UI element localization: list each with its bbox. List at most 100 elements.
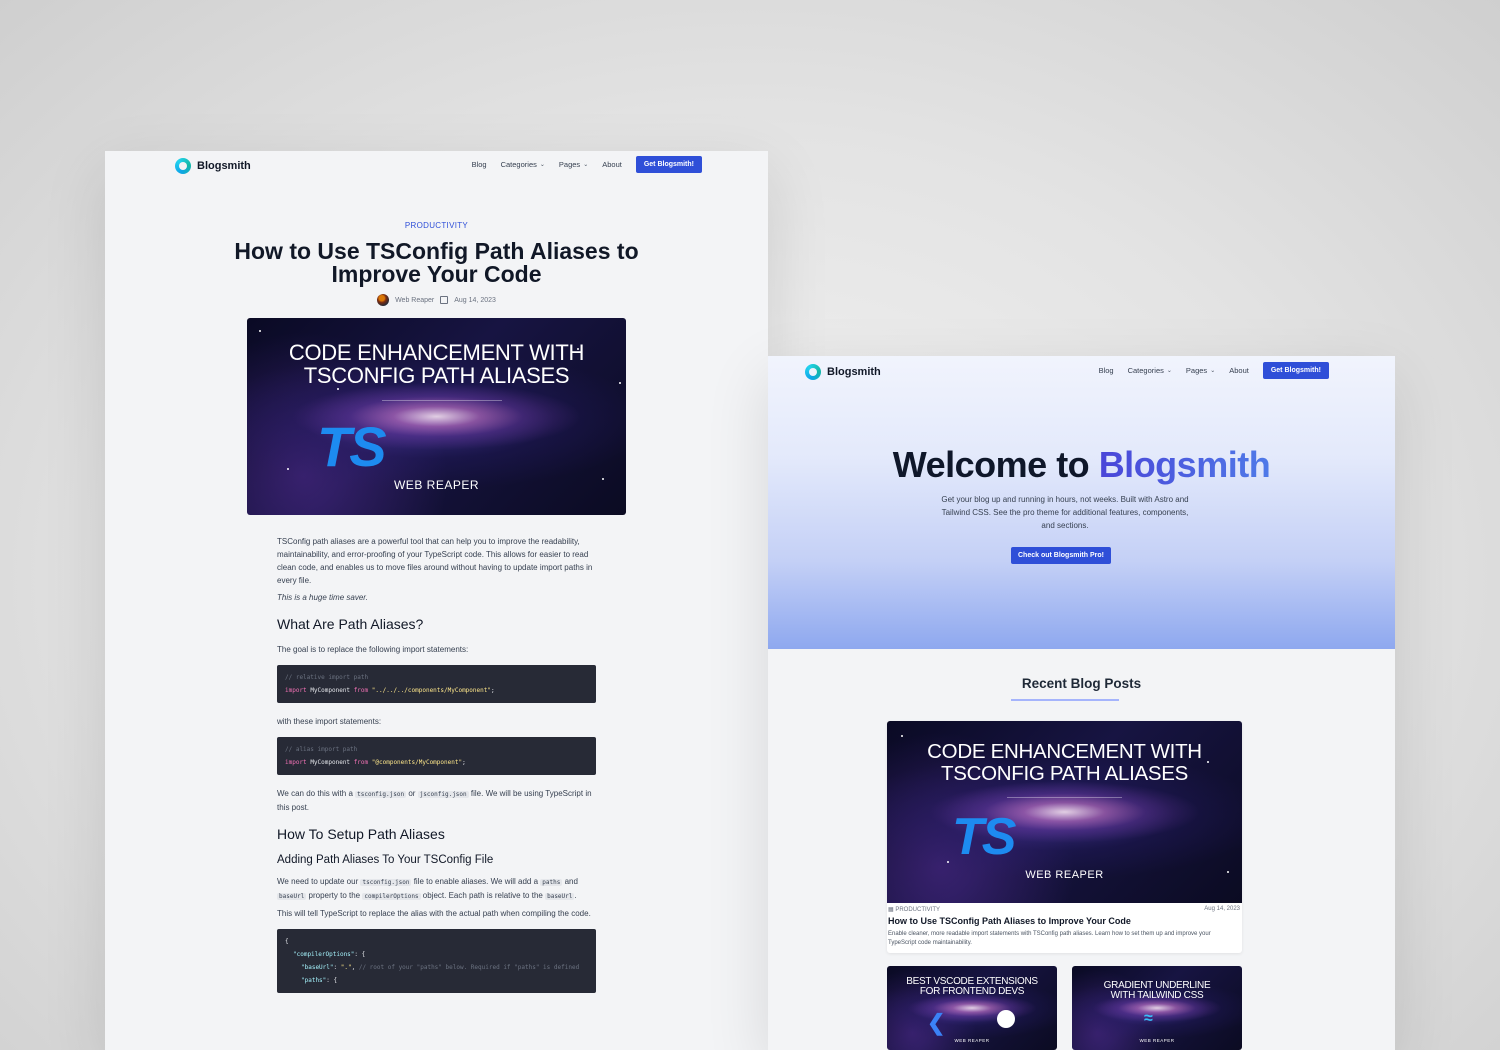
text-span: object. Each path is relative to the	[422, 891, 543, 900]
with-these-paragraph: with these import statements:	[277, 717, 382, 726]
code-key: "paths"	[301, 977, 327, 984]
home-page-window: Blogsmith Blog Categories ⌄ Pages ⌄ About …	[768, 356, 1395, 1050]
code-block-tsconfig[interactable]: { "compilerOptions": { "baseUrl": ".", /…	[277, 929, 596, 993]
nav-pages-label: Pages	[558, 160, 581, 169]
nav-categories-label: Categories	[1127, 366, 1164, 375]
post-category[interactable]: PRODUCTIVITY	[105, 221, 768, 230]
post-card-vscode-extensions[interactable]: BEST VSCODE EXTENSIONS FOR FRONTEND DEVS…	[887, 966, 1057, 1050]
cover-author: WEB REAPER	[393, 478, 479, 492]
chevron-down-icon: ⌄	[539, 162, 545, 168]
text-span: file to enable aliases. We will add a	[413, 877, 539, 886]
tell-paragraph: This will tell TypeScript to replace the…	[277, 909, 591, 918]
inline-code: compilerOptions	[362, 893, 421, 900]
nav-links: Blog Categories ⌄ Pages ⌄ About Get Blogsm…	[1099, 362, 1329, 379]
cover-title-line-1: CODE ENHANCEMENT WITH	[927, 740, 1202, 763]
recent-posts-underline	[1011, 699, 1119, 701]
typescript-logo-icon: TS	[952, 808, 1016, 866]
nav-pages-dropdown[interactable]: Pages ⌄	[559, 160, 588, 169]
nav-blog-link[interactable]: Blog	[472, 160, 487, 169]
chevron-down-icon: ⌄	[1210, 368, 1216, 374]
blogsmith-logo-icon	[805, 364, 821, 380]
code-punct: : {	[354, 951, 366, 958]
cover-title-line-1: CODE ENHANCEMENT WITH	[288, 340, 585, 365]
nav-pages-label: Pages	[1185, 366, 1208, 375]
nav-about-link[interactable]: About	[602, 160, 622, 169]
card-category[interactable]: ▦ PRODUCTIVITY	[888, 906, 940, 913]
featured-post-image: CODE ENHANCEMENT WITH TSCONFIG PATH ALIA…	[887, 721, 1242, 903]
cover-title-line-2: TSCONFIG PATH ALIASES	[303, 363, 570, 388]
site-logo[interactable]: Blogsmith	[805, 364, 881, 380]
logo-text: Blogsmith	[197, 160, 251, 172]
text-span: or	[408, 789, 416, 798]
hero-intro: Get your blog up and running in hours, n…	[941, 495, 1189, 530]
intro-emphasis: This is a huge time saver.	[277, 593, 368, 602]
top-nav: Blogsmith Blog Categories ⌄ Pages ⌄ About …	[768, 356, 1395, 386]
post-card-gradient-underline[interactable]: GRADIENT UNDERLINE WITH TAILWIND CSS ≈ W…	[1072, 966, 1242, 1050]
text-span: property to the	[308, 891, 361, 900]
code-key: "compilerOptions"	[293, 951, 355, 958]
code-comment: // relative import path	[285, 674, 369, 681]
post-title: How to Use TSConfig Path Aliases to Impr…	[234, 238, 639, 287]
intro-paragraph: TSConfig path aliases are a powerful too…	[277, 537, 593, 585]
article-body: TSConfig path aliases are a powerful too…	[277, 535, 596, 1005]
cover-author: WEB REAPER	[1139, 1038, 1175, 1043]
card-description: Enable cleaner, more readable import sta…	[888, 931, 1211, 946]
code-punct: ;	[490, 687, 495, 694]
inline-code: baseUrl	[277, 893, 307, 900]
post-card-image: BEST VSCODE EXTENSIONS FOR FRONTEND DEVS…	[887, 966, 1057, 1050]
hero-heading-prefix: Welcome to	[892, 444, 1090, 485]
logo-text: Blogsmith	[827, 366, 881, 378]
vscode-icon: ❮	[927, 1010, 946, 1035]
site-logo[interactable]: Blogsmith	[175, 158, 251, 174]
update-paragraph: We need to update our tsconfig.json file…	[277, 875, 596, 903]
featured-post-card[interactable]: CODE ENHANCEMENT WITH TSCONFIG PATH ALIA…	[887, 721, 1242, 953]
cover-divider	[1007, 797, 1122, 798]
post-author[interactable]: Web Reaper	[395, 297, 434, 304]
cover-divider	[382, 400, 502, 401]
nav-pages-dropdown[interactable]: Pages ⌄	[1186, 366, 1215, 375]
code-keyword: import	[285, 759, 307, 766]
github-icon	[997, 1010, 1015, 1028]
nav-blog-link[interactable]: Blog	[1099, 366, 1114, 375]
hero-heading: Welcome to Blogsmith	[768, 444, 1395, 486]
code-keyword: from	[353, 687, 369, 694]
heading-what-are-path-aliases: What Are Path Aliases?	[277, 616, 424, 632]
blogsmith-logo-icon	[175, 158, 191, 174]
text-span: We can do this with a	[277, 789, 353, 798]
cover-title: CODE ENHANCEMENT WITH TSCONFIG PATH ALIA…	[247, 342, 626, 387]
text-span: and	[564, 877, 578, 886]
calendar-icon	[440, 296, 449, 304]
nav-about-link[interactable]: About	[1229, 366, 1249, 375]
post-date: Aug 14, 2023	[454, 296, 496, 304]
code-identifier: MyComponent	[310, 687, 351, 694]
chevron-down-icon: ⌄	[1166, 368, 1172, 374]
author-avatar	[377, 294, 390, 306]
code-comment: // alias import path	[285, 746, 358, 753]
inline-code: jsconfig.json	[417, 791, 469, 798]
card-meta: ▦ PRODUCTIVITY Aug 14, 2023	[888, 906, 1240, 913]
hero-heading-brand: Blogsmith	[1098, 444, 1271, 485]
cover-title-line-2: TSCONFIG PATH ALIASES	[941, 761, 1188, 785]
top-nav: Blogsmith Blog Categories ⌄ Pages ⌄ About …	[105, 151, 768, 181]
code-comment: // root of your "paths" below. Required …	[358, 964, 580, 971]
config-files-paragraph: We can do this with a tsconfig.json or j…	[277, 787, 596, 814]
card-title[interactable]: How to Use TSConfig Path Aliases to Impr…	[888, 916, 1131, 926]
cover-author: WEB REAPER	[954, 1038, 990, 1043]
code-keyword: import	[285, 687, 307, 694]
code-block-relative[interactable]: // relative import path import MyCompone…	[277, 665, 596, 703]
nav-categories-dropdown[interactable]: Categories ⌄	[1128, 366, 1172, 375]
heading-how-to-setup: How To Setup Path Aliases	[277, 826, 445, 842]
code-punct: ;	[462, 759, 466, 766]
get-blogsmith-button[interactable]: Get Blogsmith!	[1262, 362, 1329, 379]
nav-categories-dropdown[interactable]: Categories ⌄	[501, 160, 545, 169]
cover-title-line-2: FOR FRONTEND DEVS	[919, 986, 1025, 997]
check-out-pro-button[interactable]: Check out Blogsmith Pro!	[1011, 547, 1111, 564]
cover-title: CODE ENHANCEMENT WITH TSCONFIG PATH ALIA…	[887, 740, 1242, 785]
code-keyword: from	[353, 759, 369, 766]
heading-adding-path-aliases: Adding Path Aliases To Your TSConfig Fil…	[277, 854, 494, 866]
code-block-alias[interactable]: // alias import path import MyComponent …	[277, 737, 596, 775]
get-blogsmith-button[interactable]: Get Blogsmith!	[635, 156, 702, 173]
code-string: "."	[340, 964, 352, 971]
cover-title: GRADIENT UNDERLINE WITH TAILWIND CSS	[1072, 981, 1242, 1001]
inline-code: paths	[540, 879, 563, 886]
